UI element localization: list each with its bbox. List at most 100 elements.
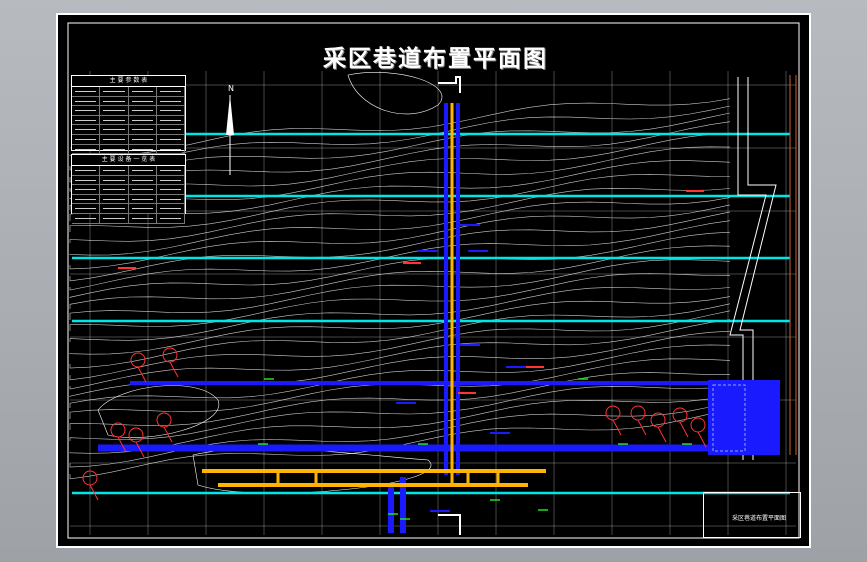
borehole-leader xyxy=(612,419,622,436)
contour-line xyxy=(69,231,731,298)
parameter-table-cell xyxy=(129,87,157,96)
working-face-block xyxy=(708,380,780,455)
equipment-table-cell xyxy=(157,204,185,213)
equipment-table-cell xyxy=(100,204,129,213)
title-block: 采区巷道布置平面图 xyxy=(703,492,801,538)
equipment-table-row xyxy=(72,213,185,224)
equipment-table-cell xyxy=(129,194,157,204)
north-arrow-label: N xyxy=(228,84,234,93)
borehole-marker xyxy=(605,405,621,421)
contour-line xyxy=(69,344,731,408)
parameter-table-cell xyxy=(100,87,129,96)
parameter-table-cell xyxy=(72,144,101,154)
parameter-table-cell xyxy=(100,134,129,144)
contour-line xyxy=(69,287,731,342)
equipment-table-cell xyxy=(72,204,101,213)
equipment-table-cell xyxy=(129,213,157,223)
drawing-sheet: 采区巷道布置平面图 主 要 参 数 表 主 要 设 备 一 览 表 N 采区巷道… xyxy=(56,13,811,548)
parameter-table-cell xyxy=(157,87,185,96)
parameter-table-row xyxy=(72,96,185,107)
parameter-table-cell xyxy=(157,106,185,115)
parameter-table-cell xyxy=(157,115,185,125)
equipment-table-cell xyxy=(72,213,101,223)
equipment-table-cell xyxy=(100,166,129,175)
north-arrow-icon xyxy=(226,95,234,135)
equipment-table-cell xyxy=(100,213,129,223)
parameter-table-cell xyxy=(157,125,185,134)
parameter-table-cell xyxy=(129,115,157,125)
equipment-table-cell xyxy=(100,175,129,185)
equipment-table-cell xyxy=(100,185,129,194)
borehole-leader xyxy=(679,421,689,438)
parameter-table-row xyxy=(72,134,185,145)
title-block-name: 采区巷道布置平面图 xyxy=(732,515,787,522)
shaft-bracket xyxy=(438,514,461,535)
equipment-table-row xyxy=(72,166,185,176)
borehole-marker xyxy=(156,412,172,428)
parameter-table-row xyxy=(72,125,185,135)
equipment-table-cell xyxy=(72,194,101,204)
equipment-table-cell xyxy=(129,166,157,175)
borehole-marker xyxy=(162,347,178,363)
parameter-table-cell xyxy=(72,87,101,96)
parameter-table-row xyxy=(72,115,185,126)
parameter-table-row xyxy=(72,87,185,97)
contour-line xyxy=(69,220,731,291)
borehole-marker xyxy=(672,407,688,423)
equipment-table-cell xyxy=(72,166,101,175)
equipment-table-row xyxy=(72,194,185,205)
equipment-table-cell xyxy=(129,175,157,185)
equipment-table-cell xyxy=(157,185,185,194)
shaft-stub xyxy=(388,483,394,533)
equipment-table-row xyxy=(72,204,185,214)
borehole-marker xyxy=(690,417,706,433)
drawing-title: 采区巷道布置平面图 xyxy=(323,45,548,72)
parameter-table-cell xyxy=(129,106,157,115)
equipment-table: 主 要 设 备 一 览 表 xyxy=(71,154,186,224)
parameter-table-cell xyxy=(100,125,129,134)
cad-viewport: 采区巷道布置平面图 主 要 参 数 表 主 要 设 备 一 览 表 N 采区巷道… xyxy=(0,0,867,562)
parameter-table-cell xyxy=(100,115,129,125)
equipment-table-cell xyxy=(157,166,185,175)
equipment-table-cell xyxy=(157,194,185,204)
contour-line xyxy=(69,319,731,390)
borehole-marker xyxy=(630,405,646,421)
equipment-table-row xyxy=(72,185,185,195)
equipment-table-cell xyxy=(72,185,101,194)
parameter-table-cell xyxy=(129,125,157,134)
parameter-table-cell xyxy=(129,96,157,106)
equipment-table-cell xyxy=(72,175,101,185)
parameter-table-cell xyxy=(72,125,101,134)
borehole-marker xyxy=(128,427,144,443)
equipment-table-cell xyxy=(100,194,129,204)
parameter-table-cell xyxy=(157,144,185,154)
contour-line xyxy=(69,259,731,320)
parameter-table-row xyxy=(72,106,185,116)
equipment-table-row xyxy=(72,175,185,186)
equipment-table-cell xyxy=(129,204,157,213)
parameter-table-cell xyxy=(100,106,129,115)
contour-loop xyxy=(347,72,443,115)
contour-line xyxy=(69,296,731,355)
parameter-table-header: 主 要 参 数 表 xyxy=(72,76,185,87)
contour-line xyxy=(69,358,731,419)
parameter-table-cell xyxy=(157,96,185,106)
equipment-table-cell xyxy=(157,175,185,185)
contour-line xyxy=(69,273,731,331)
borehole-leader xyxy=(657,426,667,443)
borehole-marker xyxy=(110,422,126,438)
contour-line xyxy=(69,303,731,369)
equipment-table-cell xyxy=(157,213,185,223)
parameter-table-cell xyxy=(129,144,157,154)
parameter-table-cell xyxy=(100,96,129,106)
contour-line xyxy=(69,330,731,397)
parameter-table-cell xyxy=(157,134,185,144)
parameter-table-cell xyxy=(129,134,157,144)
equipment-table-cell xyxy=(129,185,157,194)
contour-line xyxy=(69,409,731,480)
parameter-table-cell xyxy=(100,144,129,154)
parameter-table: 主 要 参 数 表 xyxy=(71,75,186,164)
parameter-table-cell xyxy=(72,134,101,144)
parameter-table-cell xyxy=(72,106,101,115)
parameter-table-cell xyxy=(72,115,101,125)
